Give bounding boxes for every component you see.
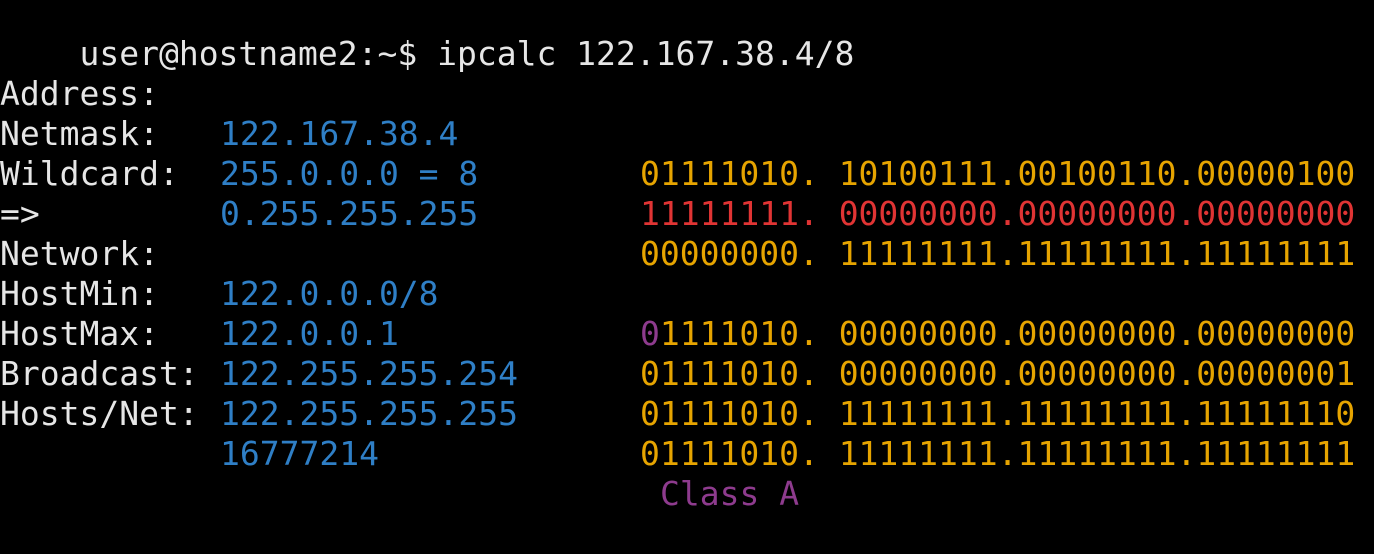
netmask-value: 255.0.0.0 = 8	[220, 154, 479, 193]
command-prompt-line: user@hostname2:~$ ipcalc 122.167.38.4/8	[0, 0, 854, 73]
network-binary: 01111010. 00000000.00000000.00000000	[640, 314, 1355, 354]
network-class-label: Class A	[660, 474, 800, 513]
address-row: Address: 122.167.38.4 01111010. 10100111…	[0, 34, 1355, 193]
hostmin-binary-host: . 00000000.00000000.00000001	[798, 354, 1356, 393]
broadcast-binary: 01111010. 11111111.11111111.11111111	[640, 434, 1355, 474]
address-value: 122.167.38.4	[220, 114, 459, 153]
hostmax-binary: 01111010. 11111111.11111111.11111110	[640, 394, 1355, 434]
network-value: 122.0.0.0/8	[220, 274, 439, 313]
terminal-window[interactable]: user@hostname2:~$ ipcalc 122.167.38.4/8 …	[0, 0, 1374, 513]
address-binary-network: 01111010	[640, 154, 799, 193]
hostmin-row: HostMin: 122.0.0.1 01111010. 00000000.00…	[0, 234, 1355, 393]
broadcast-binary-network: 01111010	[640, 434, 799, 473]
address-binary-host: . 10100111.00100110.00000100	[798, 154, 1356, 193]
hostmax-binary-host: . 11111111.11111111.11111110	[798, 394, 1356, 433]
broadcast-row: Broadcast: 122.255.255.255 01111010. 111…	[0, 314, 1355, 473]
hostmax-binary-network: 01111010	[640, 394, 799, 433]
hostmax-value: 122.255.255.254	[220, 354, 519, 393]
command-prompt: user@hostname2:~$ ipcalc 122.167.38.4/8	[79, 34, 855, 73]
network-binary-host: . 00000000.00000000.00000000	[798, 314, 1356, 353]
broadcast-binary-host: . 11111111.11111111.11111111	[798, 434, 1356, 473]
network-row: Network: 122.0.0.0/8 01111010. 00000000.…	[0, 194, 1355, 353]
address-binary: 01111010. 10100111.00100110.00000100	[640, 154, 1355, 194]
wildcard-row: Wildcard: 0.255.255.255 00000000. 111111…	[0, 114, 1355, 273]
hostmin-value: 122.0.0.1	[220, 314, 399, 353]
hostmin-binary: 01111010. 00000000.00000000.00000001	[640, 354, 1355, 394]
broadcast-value: 122.255.255.255	[220, 394, 519, 433]
wildcard-binary: 00000000. 11111111.11111111.11111111	[640, 234, 1355, 274]
hostmin-binary-network: 01111010	[640, 354, 799, 393]
netmask-binary-network: 11111111	[640, 194, 799, 233]
hostmax-row: HostMax: 122.255.255.254 01111010. 11111…	[0, 274, 1355, 433]
hosts-per-net-label: Hosts/Net:	[0, 394, 199, 433]
network-binary-network: 1111010	[659, 314, 799, 353]
wildcard-value: 0.255.255.255	[220, 194, 479, 233]
netmask-binary-host: . 00000000.00000000.00000000	[798, 194, 1356, 233]
arrow-row: =>	[0, 154, 79, 233]
network-class-bit: 0	[640, 314, 660, 353]
wildcard-binary-host: . 11111111.11111111.11111111	[798, 234, 1356, 273]
wildcard-binary-network: 00000000	[640, 234, 799, 273]
netmask-binary: 11111111. 00000000.00000000.00000000	[640, 194, 1355, 234]
hosts-per-net-row: Hosts/Net: 16777214 Class A	[0, 354, 799, 513]
netmask-row: Netmask: 255.0.0.0 = 8 11111111. 0000000…	[0, 74, 1355, 233]
hosts-per-net-value: 16777214	[220, 434, 379, 473]
